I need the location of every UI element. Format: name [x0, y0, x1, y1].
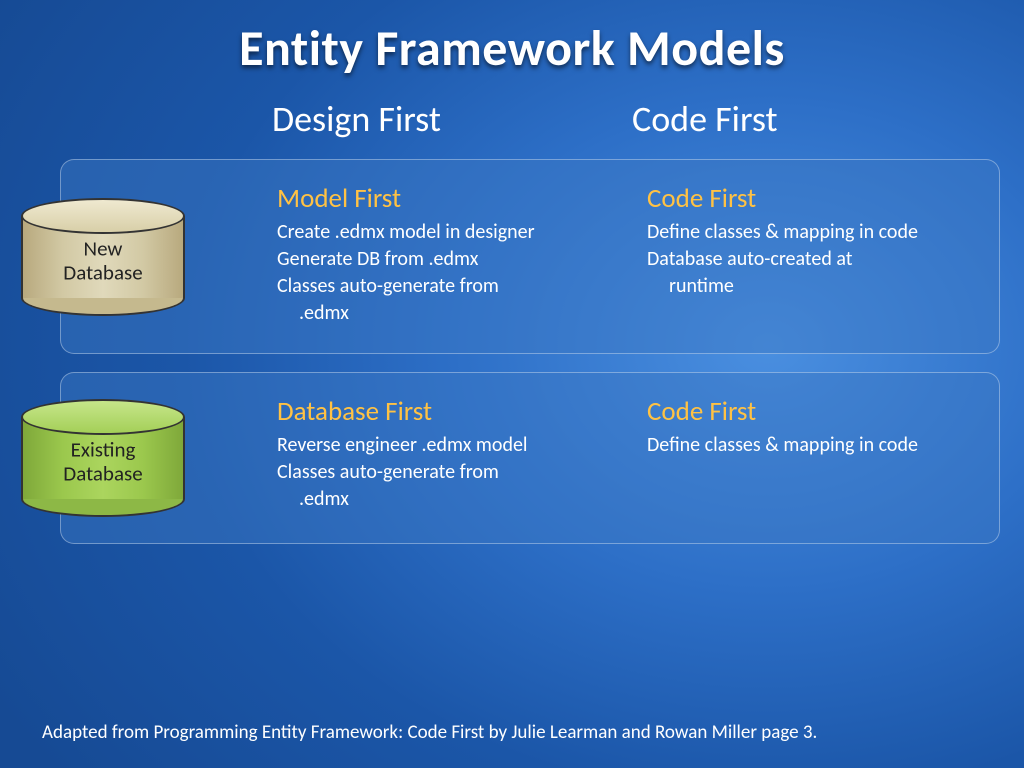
footnote: Adapted from Programming Entity Framewor… [42, 721, 817, 744]
cylinder-label: ExistingDatabase [21, 438, 185, 486]
approach-desc-right: Define classes & mapping in code [647, 432, 975, 459]
approach-title-left: Database First [277, 395, 627, 428]
col-header-code-first: Code First [632, 97, 778, 141]
approach-title-right: Code First [647, 182, 975, 215]
column-headers: Design First Code First [0, 97, 1024, 141]
slide-title: Entity Framework Models [0, 0, 1024, 79]
approach-desc-left: Reverse engineer .edmx modelClasses auto… [277, 432, 627, 513]
approach-panel: NewDatabaseModel FirstCreate .edmx model… [60, 159, 1000, 354]
approach-title-right: Code First [647, 395, 975, 428]
col-header-design-first: Design First [272, 97, 632, 141]
approach-panel: ExistingDatabaseDatabase FirstReverse en… [60, 372, 1000, 544]
approach-desc-right: Define classes & mapping in codeDatabase… [647, 219, 975, 300]
database-cylinder-icon: ExistingDatabase [21, 399, 185, 517]
cylinder-label: NewDatabase [21, 236, 185, 284]
database-cylinder-icon: NewDatabase [21, 198, 185, 316]
approach-desc-left: Create .edmx model in designerGenerate D… [277, 219, 627, 327]
approach-title-left: Model First [277, 182, 627, 215]
